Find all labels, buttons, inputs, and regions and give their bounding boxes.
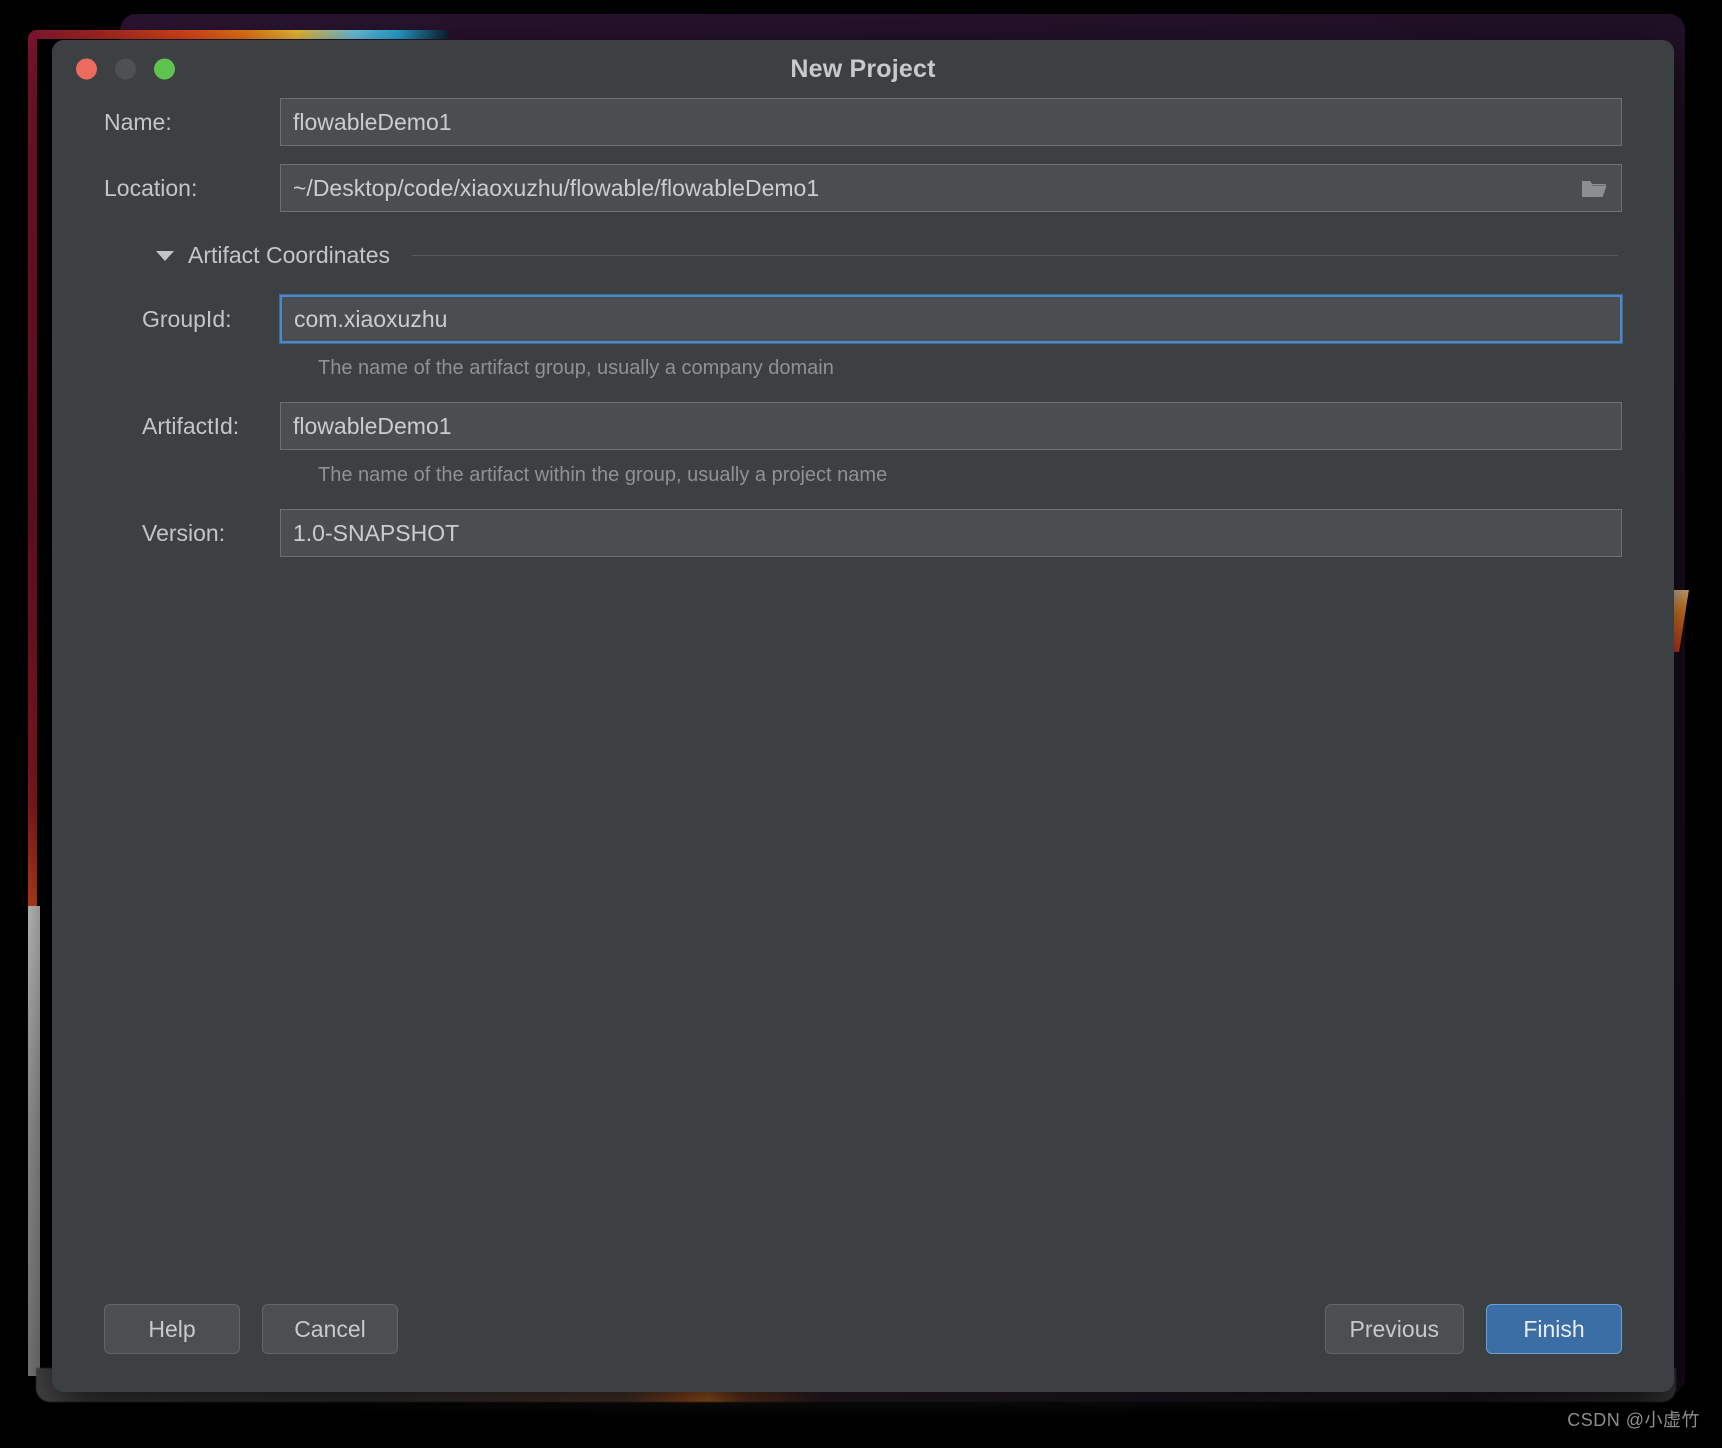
group-id-row: GroupId: com.xiaoxuzhu [104,294,1623,344]
dialog-titlebar: New Project [52,40,1674,98]
location-label: Location: [104,174,198,201]
triangle-down-icon[interactable] [156,250,174,261]
background-left-edge-upper [28,30,37,910]
version-row: Version: 1.0-SNAPSHOT [104,509,1622,557]
name-input[interactable]: flowableDemo1 [280,98,1622,146]
background-rainbow-accent [28,30,448,39]
group-id-label: GroupId: [142,305,232,332]
version-input[interactable]: 1.0-SNAPSHOT [280,509,1622,557]
background-bottom-shadow [20,1388,1700,1418]
dialog-body: Name: flowableDemo1 Location: ~/Desktop/… [52,98,1674,1392]
section-divider [411,255,1618,256]
artifact-id-row: ArtifactId: flowableDemo1 [104,402,1622,450]
browse-location-button[interactable] [1575,171,1613,205]
finish-button[interactable]: Finish [1486,1304,1622,1354]
location-input[interactable]: ~/Desktop/code/xiaoxuzhu/flowable/flowab… [280,164,1622,212]
cancel-button[interactable]: Cancel [262,1304,398,1354]
name-row: Name: flowableDemo1 [104,98,1622,146]
dialog-footer: Help Cancel Previous Finish [104,1304,1622,1354]
name-input-value: flowableDemo1 [293,108,452,135]
folder-icon [1582,180,1607,197]
previous-button[interactable]: Previous [1324,1304,1464,1354]
background-left-edge-lower [28,906,40,1376]
group-id-hint: The name of the artifact group, usually … [318,357,834,379]
watermark: CSDN @小虚竹 [1567,1410,1700,1430]
artifact-id-input-value: flowableDemo1 [293,412,452,439]
footer-right-group: Previous Finish [1324,1304,1622,1354]
artifact-coordinates-label: Artifact Coordinates [188,242,390,268]
version-input-value: 1.0-SNAPSHOT [293,519,460,546]
group-id-input[interactable]: com.xiaoxuzhu [279,294,1623,344]
artifact-coordinates-section-header[interactable]: Artifact Coordinates [156,242,1622,269]
help-button[interactable]: Help [104,1304,240,1354]
window-controls [76,58,175,80]
name-label: Name: [104,108,172,135]
artifact-id-input[interactable]: flowableDemo1 [280,402,1622,450]
artifact-id-label: ArtifactId: [142,412,240,439]
group-id-input-value: com.xiaoxuzhu [294,305,448,332]
new-project-dialog: New Project Name: flowableDemo1 Location… [52,40,1674,1392]
location-input-value: ~/Desktop/code/xiaoxuzhu/flowable/flowab… [293,174,820,201]
screen: New Project Name: flowableDemo1 Location… [0,0,1722,1448]
version-label: Version: [142,519,226,546]
minimize-window-button[interactable] [115,58,136,80]
close-window-button[interactable] [76,58,97,80]
location-row: Location: ~/Desktop/code/xiaoxuzhu/flowa… [104,164,1622,212]
artifact-id-hint: The name of the artifact within the grou… [318,464,888,486]
dialog-title: New Project [790,54,936,83]
maximize-window-button[interactable] [154,58,175,80]
